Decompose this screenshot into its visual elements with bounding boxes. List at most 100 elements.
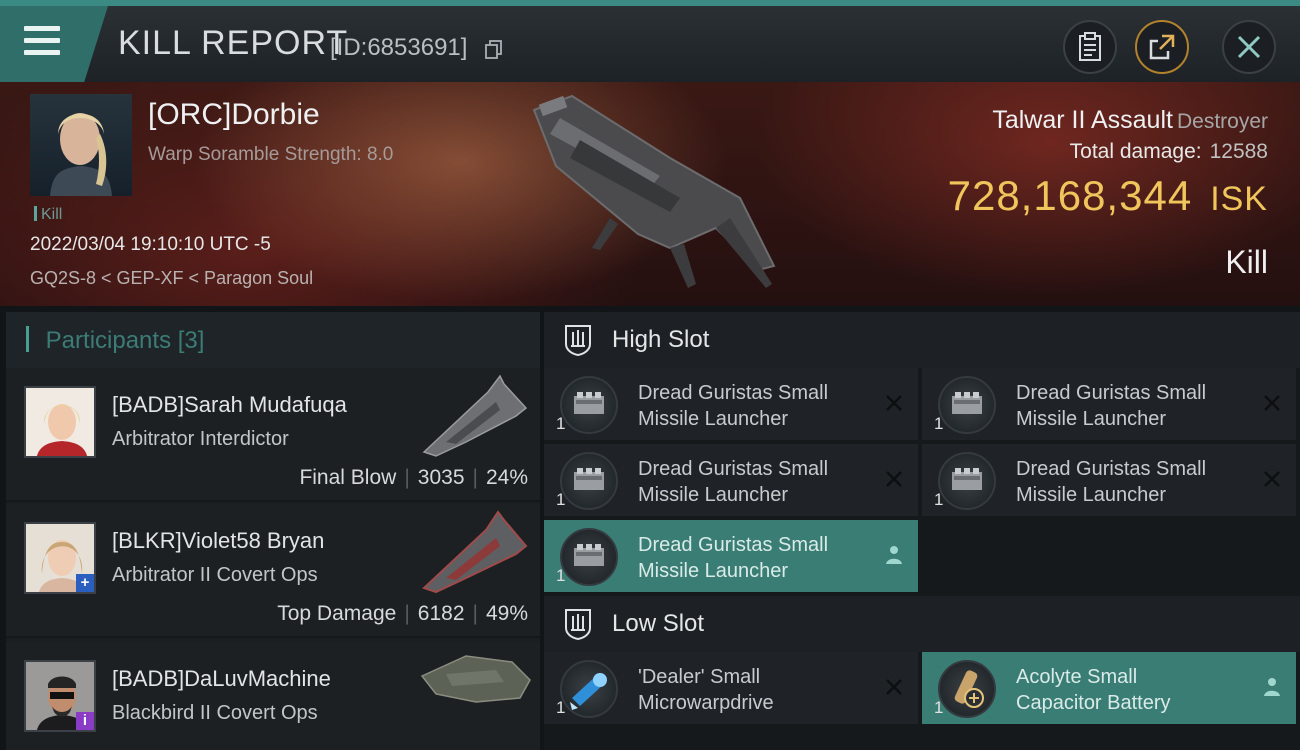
module-name-line1: Acolyte Small [1016, 666, 1138, 688]
participant-name: [BADB]DaLuvMachine [112, 666, 331, 691]
fitting-panel: High Slot 1 Dread Guristas Small Missile … [544, 312, 1300, 750]
module-name-line2: Missile Launcher [638, 484, 789, 506]
destroyed-icon [1264, 395, 1280, 411]
participant-percent: 24% [485, 466, 528, 489]
menu-button[interactable] [0, 6, 108, 82]
kill-datetime: 2022/03/04 19:10:10 UTC -5 [30, 234, 271, 255]
kill-tag: Kill [34, 206, 62, 224]
victim-portrait[interactable] [30, 94, 132, 196]
destroyed-icon [886, 395, 902, 411]
module-quantity: 1 [556, 566, 566, 585]
participants-title-label: Participants [45, 327, 172, 354]
low-slot-header: Low Slot [544, 596, 1300, 652]
participant-card[interactable]: + [BLKR]Violet58 Bryan Arbitrator II Cov… [6, 504, 540, 638]
module-item[interactable]: 1 Dread Guristas Small Missile Launcher [544, 520, 918, 592]
ship-type-label: Talwar II Assault [992, 106, 1173, 134]
total-damage-value: 12588 [1209, 140, 1268, 163]
ship-class-label: Destroyer [1176, 110, 1268, 133]
module-name: Acolyte Small Capacitor Battery [1016, 664, 1256, 716]
module-name-line1: Dread Guristas Small [1016, 458, 1207, 480]
participant-badge: i [76, 712, 94, 730]
participant-ship-render [420, 655, 531, 703]
module-name: Dread Guristas Small Missile Launcher [1016, 380, 1256, 432]
participant-card[interactable]: i [BADB]DaLuvMachine Blackbird II Covert… [6, 642, 540, 750]
participant-name: [BADB]Sarah Mudafuqa [112, 392, 347, 417]
module-quantity: 1 [934, 490, 944, 509]
module-quantity: 1 [556, 698, 566, 717]
participant-damage: 6182 [417, 602, 465, 625]
module-item[interactable]: 1 Dread Guristas Small Missile Launcher [922, 444, 1296, 516]
participant-damage: 3035 [417, 466, 465, 489]
module-name-line1: Dread Guristas Small [638, 382, 829, 404]
participant-stats: Top Damage | 6182 | 49% [277, 602, 528, 625]
module-name-line2: Missile Launcher [1016, 484, 1167, 506]
module-name-line2: Missile Launcher [1016, 408, 1167, 430]
module-name: Dread Guristas Small Missile Launcher [638, 532, 878, 584]
missile-launcher-icon [560, 452, 618, 510]
kill-summary: [ORC]Dorbie Warp Soramble Strength: 8.0 … [0, 82, 1300, 306]
participant-role: Final Blow [299, 466, 397, 489]
total-damage: Total damage: 12588 [1070, 140, 1268, 164]
module-name: 'Dealer' Small Microwarpdrive [638, 664, 878, 716]
microwarpdrive-icon [560, 660, 618, 718]
module-name-line1: Dread Guristas Small [1016, 382, 1207, 404]
destroyed-icon [886, 679, 902, 695]
participant-stats: Final Blow | 3035 | 24% [299, 466, 528, 489]
module-item[interactable]: 1 Dread Guristas Small Missile Launcher [544, 368, 918, 440]
share-button[interactable] [1135, 20, 1189, 74]
clipboard-button[interactable] [1063, 20, 1117, 74]
destroyed-icon [886, 471, 902, 487]
module-name: Dread Guristas Small Missile Launcher [1016, 456, 1256, 508]
copy-icon[interactable] [484, 39, 504, 59]
module-item[interactable]: 1 Dread Guristas Small Missile Launcher [544, 444, 918, 516]
close-button[interactable] [1222, 20, 1276, 74]
participant-ship: Blackbird II Covert Ops [112, 702, 318, 724]
capacitor-battery-icon [938, 660, 996, 718]
missile-launcher-icon [938, 376, 996, 434]
module-quantity: 1 [934, 698, 944, 717]
victim-name[interactable]: [ORC]Dorbie [148, 98, 320, 132]
module-name-line2: Missile Launcher [638, 560, 789, 582]
participant-role: Top Damage [277, 602, 397, 625]
module-quantity: 1 [556, 414, 566, 433]
ship-name[interactable]: Talwar II Assault Destroyer [992, 106, 1268, 135]
module-name-line2: Capacitor Battery [1016, 692, 1171, 714]
module-item[interactable]: 1 Acolyte Small Capacitor Battery [922, 652, 1296, 724]
module-name-line1: 'Dealer' Small [638, 666, 761, 688]
module-item[interactable]: 1 'Dealer' Small Microwarpdrive [544, 652, 918, 724]
module-name: Dread Guristas Small Missile Launcher [638, 456, 878, 508]
high-slot-title: High Slot [612, 326, 710, 353]
ship-render [532, 94, 776, 288]
share-icon [1149, 34, 1175, 60]
person-icon [886, 546, 902, 564]
avatar[interactable]: + [24, 522, 96, 594]
warp-scramble-strength: Warp Soramble Strength: 8.0 [148, 144, 394, 165]
participant-card[interactable]: [BADB]Sarah Mudafuqa Arbitrator Interdic… [6, 368, 540, 502]
participant-name: [BLKR]Violet58 Bryan [112, 528, 325, 553]
isk-unit: ISK [1210, 180, 1268, 218]
participant-ship: Arbitrator Interdictor [112, 428, 289, 450]
missile-launcher-icon [938, 452, 996, 510]
kill-location[interactable]: GQ2S-8 < GEP-XF < Paragon Soul [30, 268, 313, 289]
participant-ship-render [422, 374, 528, 457]
missile-launcher-icon [560, 528, 618, 586]
page-title: KILL REPORT [118, 24, 349, 62]
avatar[interactable]: i [24, 660, 96, 732]
missile-launcher-icon [560, 376, 618, 434]
kill-result-label: Kill [1225, 244, 1268, 280]
total-damage-label: Total damage: [1069, 140, 1202, 163]
participants-panel: Participants [3] [BADB]Sarah Mudafuqa Ar… [6, 312, 540, 750]
participants-count: [3] [177, 327, 205, 354]
high-slot-icon [565, 325, 591, 356]
person-icon [1264, 678, 1280, 696]
module-quantity: 1 [556, 490, 566, 509]
module-name-line2: Microwarpdrive [638, 692, 774, 714]
low-slot-title: Low Slot [612, 610, 705, 637]
participant-ship: Arbitrator II Covert Ops [112, 564, 318, 586]
clipboard-icon [1079, 32, 1101, 61]
low-slot-icon [565, 609, 591, 640]
module-item[interactable]: 1 Dread Guristas Small Missile Launcher [922, 368, 1296, 440]
participant-ship-render [422, 510, 528, 594]
isk-value: 728,168,344 ISK [948, 172, 1268, 220]
avatar[interactable] [24, 386, 96, 458]
